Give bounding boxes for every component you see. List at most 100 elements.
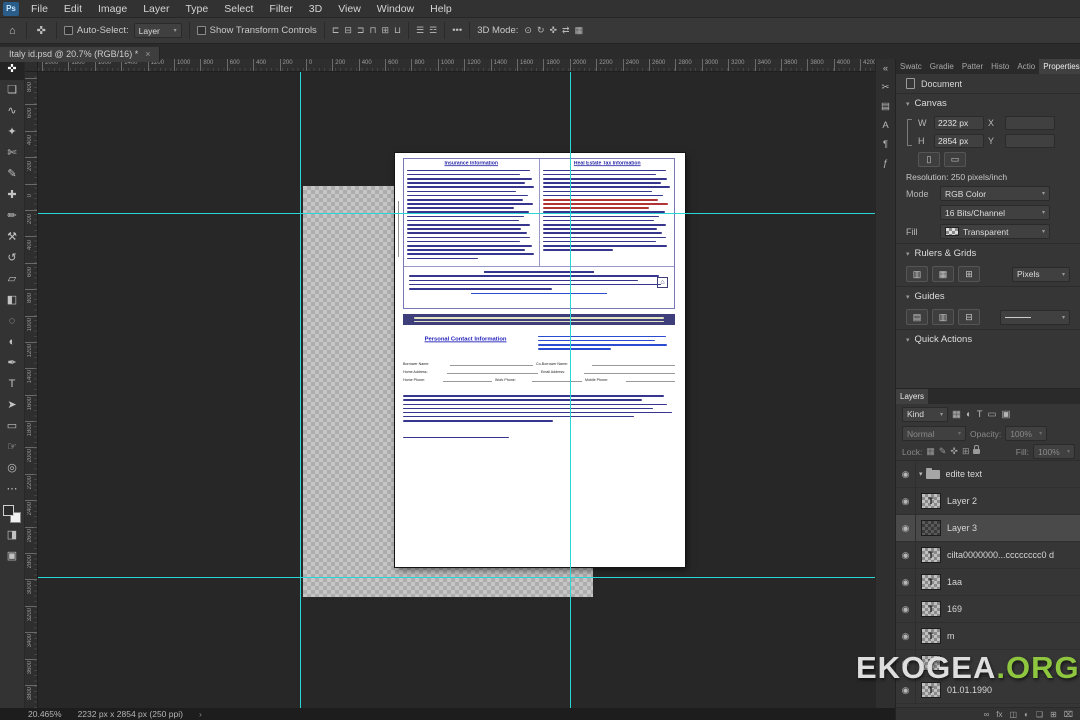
- layer-visibility-eye-icon[interactable]: [896, 515, 916, 541]
- path-selection-tool[interactable]: ➤: [0, 395, 24, 416]
- zoom-level-field[interactable]: 20.465%: [28, 709, 62, 719]
- align-button-icon[interactable]: ⊞: [381, 25, 389, 36]
- layers-footer-icon[interactable]: ⊞: [1050, 710, 1057, 719]
- panel-tab[interactable]: Gradie: [926, 59, 958, 74]
- rulers-grids-section-header[interactable]: ▾ Rulers & Grids: [896, 243, 1080, 262]
- layer-row[interactable]: Layer 3: [896, 515, 1080, 542]
- edit-toolbar-button[interactable]: ⋯: [0, 479, 24, 500]
- lock-toggle-icon[interactable]: ✎: [939, 446, 947, 457]
- align-button-icon[interactable]: ⊔: [394, 25, 401, 36]
- move-tool[interactable]: ✜: [0, 59, 24, 80]
- height-field[interactable]: 2854 px: [934, 134, 984, 148]
- layer-visibility-eye-icon[interactable]: [896, 623, 916, 649]
- 3d-mode-button-icon[interactable]: ⇄: [562, 25, 570, 36]
- layers-footer-icon[interactable]: ❏: [1036, 710, 1043, 719]
- screen-mode-button[interactable]: ▣: [0, 546, 24, 567]
- guide-toggle-icon[interactable]: ▥: [932, 309, 954, 325]
- layer-row[interactable]: edite text: [896, 461, 1080, 488]
- canvas-viewport[interactable]: Insurance Information Real Estate Tax In…: [38, 72, 875, 708]
- orientation-button-icon[interactable]: ▭: [944, 152, 966, 167]
- healing-brush-tool[interactable]: ✚: [0, 185, 24, 206]
- horizontal-guide[interactable]: [38, 213, 875, 214]
- layer-row[interactable]: m: [896, 623, 1080, 650]
- filter-type-icon[interactable]: T: [977, 409, 983, 420]
- more-options-button[interactable]: •••: [452, 25, 462, 36]
- menu-item[interactable]: Select: [216, 0, 261, 18]
- layer-visibility-eye-icon[interactable]: [896, 488, 916, 514]
- layer-thumbnail[interactable]: [921, 574, 941, 590]
- status-options-arrow[interactable]: ›: [199, 709, 202, 719]
- vertical-guide[interactable]: [300, 72, 301, 708]
- align-button-icon[interactable]: ⊟: [344, 25, 352, 36]
- guide-toggle-icon[interactable]: ▤: [906, 309, 928, 325]
- layer-name[interactable]: Layer 2: [947, 496, 977, 506]
- 3d-mode-button-icon[interactable]: ✜: [549, 25, 557, 36]
- layer-row[interactable]: cilta0000000...cccccccc0 d: [896, 542, 1080, 569]
- filter-type-icon[interactable]: ▦: [952, 409, 961, 420]
- panel-tab[interactable]: Swatc: [896, 59, 926, 74]
- layer-thumbnail[interactable]: [921, 601, 941, 617]
- layer-thumbnail[interactable]: [921, 547, 941, 563]
- layer-name[interactable]: cilta0000000...cccccccc0 d: [947, 550, 1054, 560]
- document-tab[interactable]: Italy id.psd @ 20.7% (RGB/16) * ×: [0, 46, 161, 62]
- layer-row[interactable]: Layer 2: [896, 488, 1080, 515]
- layer-visibility-eye-icon[interactable]: [896, 569, 916, 595]
- layer-thumbnail[interactable]: [921, 520, 941, 536]
- layers-footer-icon[interactable]: ∞: [984, 710, 990, 719]
- close-tab-icon[interactable]: ×: [145, 49, 150, 59]
- quick-selection-tool[interactable]: ✦: [0, 122, 24, 143]
- layers-footer-icon[interactable]: ⌧: [1064, 710, 1073, 719]
- quick-mask-button[interactable]: ◨: [0, 525, 24, 546]
- layer-visibility-eye-icon[interactable]: [896, 542, 916, 568]
- group-expand-chevron-icon[interactable]: [919, 470, 923, 478]
- layer-thumbnail[interactable]: [921, 628, 941, 644]
- menu-item[interactable]: 3D: [301, 0, 330, 18]
- foreground-color-swatch[interactable]: [3, 505, 14, 516]
- layers-footer-icon[interactable]: ◫: [1010, 710, 1018, 719]
- clone-stamp-tool[interactable]: ⚒: [0, 227, 24, 248]
- filter-type-icon[interactable]: ▣: [1002, 409, 1011, 420]
- ruler-grid-toggle-icon[interactable]: ⊞: [958, 266, 980, 282]
- orientation-button-icon[interactable]: ▯: [918, 152, 940, 167]
- menu-item[interactable]: Filter: [261, 0, 300, 18]
- layer-name[interactable]: 01.01.1990: [947, 685, 992, 695]
- layers-footer-icon[interactable]: fx: [996, 710, 1002, 719]
- layer-thumbnail[interactable]: [921, 493, 941, 509]
- zoom-tool[interactable]: ◎: [0, 458, 24, 479]
- gradient-tool[interactable]: ◧: [0, 290, 24, 311]
- auto-select-target-dropdown[interactable]: Layer ▾: [133, 23, 182, 38]
- horizontal-ruler[interactable]: 2000 1800 1600 1400 1200 1000 800 600 400 200 0 200…: [38, 59, 875, 72]
- menu-item[interactable]: Help: [422, 0, 460, 18]
- character-panel-icon[interactable]: A: [876, 116, 895, 135]
- width-field[interactable]: 2232 px: [934, 116, 984, 130]
- layer-name[interactable]: edite text: [946, 469, 983, 479]
- menu-item[interactable]: View: [330, 0, 369, 18]
- filter-type-icon[interactable]: ▭: [988, 409, 997, 420]
- bit-depth-dropdown[interactable]: 16 Bits/Channel ▾: [940, 205, 1050, 220]
- brush-tool[interactable]: ✏: [0, 206, 24, 227]
- guide-toggle-icon[interactable]: ⊟: [958, 309, 980, 325]
- canvas-section-header[interactable]: ▾ Canvas: [896, 93, 1080, 112]
- vertical-guide[interactable]: [570, 72, 571, 708]
- eraser-tool[interactable]: ▱: [0, 269, 24, 290]
- layer-name[interactable]: 169: [947, 604, 962, 614]
- blur-tool[interactable]: ◌: [0, 311, 24, 332]
- panel-tab[interactable]: Actio: [1013, 59, 1039, 74]
- menu-item[interactable]: Edit: [56, 0, 90, 18]
- guides-section-header[interactable]: ▾ Guides: [896, 286, 1080, 305]
- lasso-tool[interactable]: ∿: [0, 101, 24, 122]
- quick-actions-section-header[interactable]: ▾ Quick Actions: [896, 329, 1080, 348]
- paragraph-panel-icon[interactable]: ¶: [876, 135, 895, 154]
- filter-kind-dropdown[interactable]: Kind ▾: [902, 406, 948, 422]
- lock-all-icon[interactable]: [973, 445, 981, 454]
- link-dimensions-icon[interactable]: [907, 119, 912, 146]
- guide-style-dropdown[interactable]: ▾: [1000, 309, 1070, 325]
- menu-item[interactable]: File: [23, 0, 56, 18]
- lock-toggle-icon[interactable]: ✜: [950, 446, 958, 457]
- units-dropdown[interactable]: Pixels ▾: [1012, 266, 1070, 282]
- align-button-icon[interactable]: ⊓: [369, 25, 376, 36]
- 3d-mode-button-icon[interactable]: ↻: [537, 25, 545, 36]
- lock-toggle-icon[interactable]: ⊞: [962, 446, 970, 457]
- home-icon[interactable]: ⌂: [6, 25, 19, 37]
- swatches-panel-icon[interactable]: ▤: [876, 97, 895, 116]
